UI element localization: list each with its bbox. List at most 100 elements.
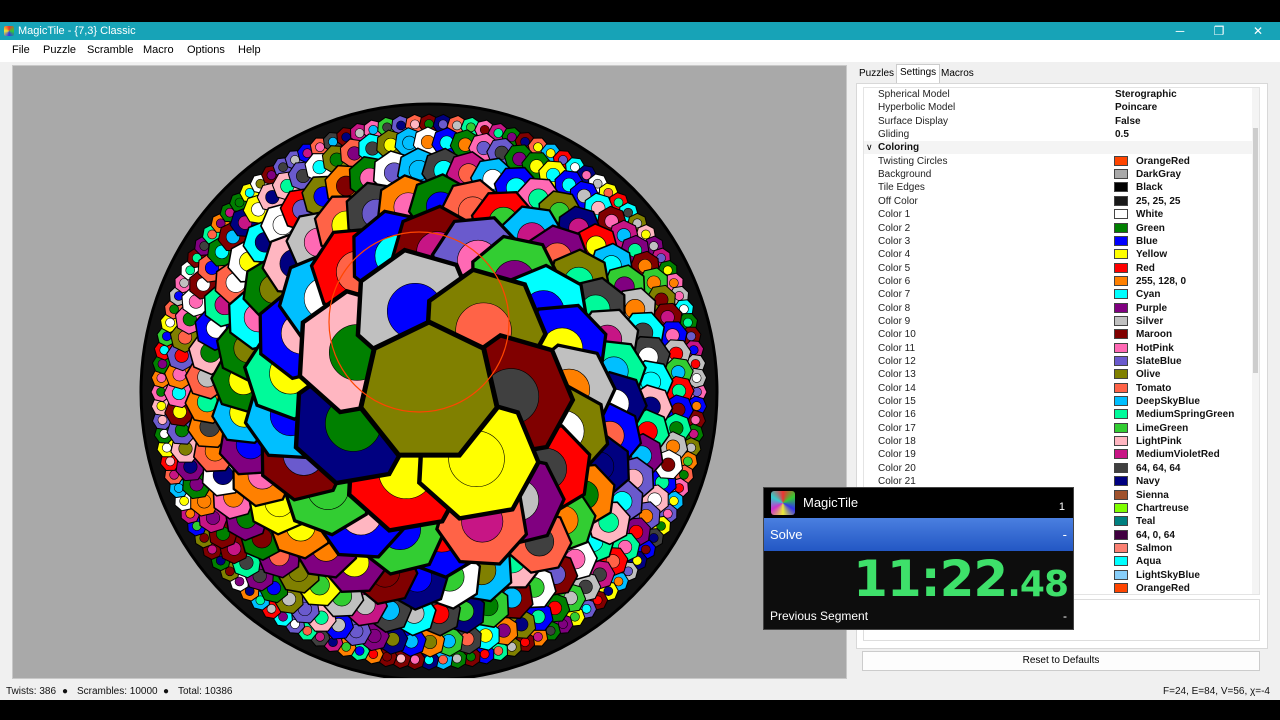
setting-value[interactable]: DarkGray (1136, 168, 1181, 181)
tile-center[interactable] (691, 401, 702, 411)
settings-row[interactable]: Off Color 25, 25, 25 (864, 195, 1252, 208)
tile-center[interactable] (691, 373, 702, 383)
setting-value[interactable]: Green (1136, 222, 1165, 235)
settings-row[interactable]: Color 18 LightPink (864, 435, 1252, 448)
setting-value[interactable]: Navy (1136, 475, 1160, 488)
settings-row[interactable]: Color 2 Green (864, 222, 1252, 235)
setting-value[interactable]: Blue (1136, 235, 1158, 248)
tile-center[interactable] (179, 496, 189, 506)
setting-value[interactable]: SlateBlue (1136, 355, 1182, 368)
tile-center[interactable] (368, 649, 379, 659)
setting-value[interactable]: Maroon (1136, 328, 1172, 341)
setting-value[interactable]: DeepSkyBlue (1136, 395, 1200, 408)
scrollbar-thumb[interactable] (1253, 128, 1258, 373)
settings-row[interactable]: Twisting Circles OrangeRed (864, 155, 1252, 168)
property-grid-scrollbar[interactable] (1252, 88, 1259, 594)
tile-center[interactable] (648, 241, 659, 251)
settings-row[interactable]: Color 4 Yellow (864, 248, 1252, 261)
setting-value[interactable]: LightPink (1136, 435, 1182, 448)
settings-row[interactable]: Color 13 Olive (864, 368, 1252, 381)
settings-row[interactable]: Color 3 Blue (864, 235, 1252, 248)
setting-value[interactable]: Cyan (1136, 288, 1160, 301)
setting-value[interactable]: 64, 64, 64 (1136, 462, 1180, 475)
tile-center[interactable] (438, 119, 448, 130)
tile-center[interactable] (686, 331, 696, 342)
tile-center[interactable] (396, 120, 406, 131)
settings-row[interactable]: Color 15 DeepSkyBlue (864, 395, 1252, 408)
tile-center[interactable] (162, 331, 172, 342)
close-button[interactable]: ✕ (1238, 23, 1278, 39)
minimize-button[interactable]: ─ (1160, 23, 1200, 39)
settings-row[interactable]: Color 14 Tomato (864, 382, 1252, 395)
tile-center[interactable] (266, 170, 277, 180)
tile-center[interactable] (438, 654, 448, 665)
tile-center[interactable] (690, 359, 701, 369)
tile-center[interactable] (174, 483, 184, 493)
setting-value[interactable]: HotPink (1136, 342, 1174, 355)
setting-value[interactable]: LightSkyBlue (1136, 569, 1200, 582)
settings-row[interactable]: Background DarkGray (864, 168, 1252, 181)
setting-value[interactable]: 25, 25, 25 (1136, 195, 1180, 208)
tile-center[interactable] (570, 611, 580, 622)
settings-row[interactable]: Color 5 Red (864, 262, 1252, 275)
settings-row[interactable]: Color 12 SlateBlue (864, 355, 1252, 368)
settings-category[interactable]: ∨ Coloring (864, 141, 1252, 155)
setting-value[interactable]: 255, 128, 0 (1136, 275, 1186, 288)
settings-row[interactable]: Color 10 Maroon (864, 328, 1252, 341)
settings-row[interactable]: Color 20 64, 64, 64 (864, 462, 1252, 475)
menu-macro[interactable]: Macro (143, 44, 174, 56)
setting-value[interactable]: Aqua (1136, 555, 1161, 568)
tab-puzzles[interactable]: Puzzles (856, 66, 897, 82)
tile-center[interactable] (674, 291, 684, 301)
tile-center[interactable] (157, 415, 168, 425)
setting-value[interactable]: LimeGreen (1136, 422, 1188, 435)
puzzle-viewport[interactable] (12, 65, 847, 682)
menu-help[interactable]: Help (238, 44, 261, 56)
settings-row[interactable]: Color 19 MediumVioletRed (864, 448, 1252, 461)
setting-value[interactable]: OrangeRed (1136, 582, 1190, 594)
settings-row[interactable]: Color 6 255, 128, 0 (864, 275, 1252, 288)
tile-center[interactable] (686, 442, 696, 453)
tile-center[interactable] (165, 456, 175, 467)
tile-center[interactable] (354, 128, 365, 138)
setting-value[interactable]: Teal (1136, 515, 1155, 528)
setting-value[interactable]: Red (1136, 262, 1155, 275)
tile-center[interactable] (452, 120, 462, 131)
setting-value[interactable]: White (1136, 208, 1163, 221)
chevron-down-icon[interactable]: ∨ (866, 141, 873, 154)
setting-value[interactable]: Sterographic (1115, 88, 1177, 101)
tile-center[interactable] (162, 442, 172, 453)
setting-value[interactable]: OrangeRed (1136, 155, 1190, 168)
setting-value[interactable]: 64, 0, 64 (1136, 529, 1175, 542)
settings-row[interactable]: Spherical Model Sterographic (864, 88, 1252, 101)
setting-value[interactable]: MediumSpringGreen (1136, 408, 1234, 421)
maximize-button[interactable]: ❐ (1199, 23, 1239, 39)
tile-center[interactable] (533, 632, 543, 642)
menu-file[interactable]: File (12, 44, 30, 56)
settings-row[interactable]: Gliding 0.5 (864, 128, 1252, 141)
setting-value[interactable]: Purple (1136, 302, 1167, 315)
tile-center[interactable] (690, 415, 701, 425)
settings-row[interactable]: Color 17 LimeGreen (864, 422, 1252, 435)
settings-row[interactable]: Color 16 MediumSpringGreen (864, 408, 1252, 421)
hyperbolic-puzzle-disk[interactable] (13, 66, 846, 682)
tile-center[interactable] (493, 646, 504, 656)
tile-center[interactable] (410, 119, 420, 130)
settings-row[interactable]: Surface Display False (864, 115, 1252, 128)
setting-value[interactable]: Salmon (1136, 542, 1172, 555)
menu-options[interactable]: Options (187, 44, 225, 56)
tile-center[interactable] (641, 229, 651, 240)
tile-center[interactable] (156, 401, 167, 411)
setting-value[interactable]: Tomato (1136, 382, 1171, 395)
reset-defaults-button[interactable]: Reset to Defaults (862, 651, 1260, 671)
settings-row[interactable]: Hyperbolic Model Poincare (864, 101, 1252, 114)
tile-center[interactable] (368, 125, 379, 135)
tile-center[interactable] (199, 533, 210, 543)
tile-center[interactable] (581, 604, 592, 614)
tab-settings[interactable]: Settings (896, 64, 941, 84)
setting-value[interactable]: Olive (1136, 368, 1160, 381)
settings-row[interactable]: Color 8 Purple (864, 302, 1252, 315)
setting-value[interactable]: Chartreuse (1136, 502, 1189, 515)
tile-center[interactable] (683, 317, 693, 328)
settings-row[interactable]: Color 1 White (864, 208, 1252, 221)
